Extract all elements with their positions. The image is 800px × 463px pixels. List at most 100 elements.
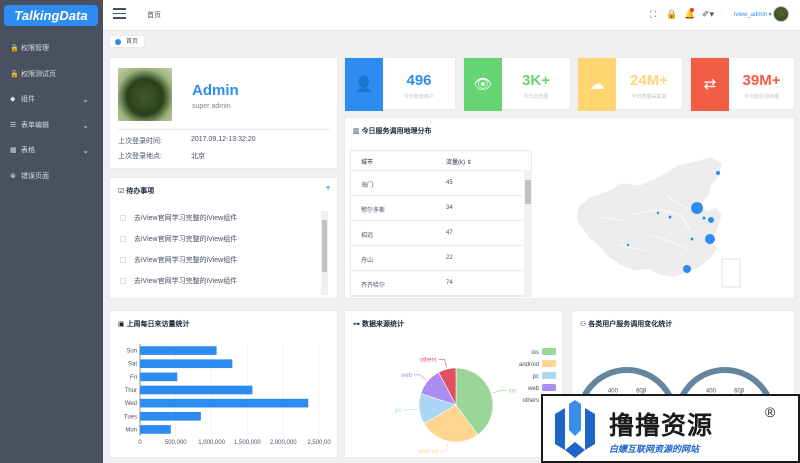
tab-home[interactable]: 首页 <box>109 35 146 48</box>
weekly-bar-chart[interactable]: 0 500,000 1,000,000 1,500,000 2,000,000 2,500… <box>109 338 338 453</box>
bar-wed[interactable] <box>140 398 309 408</box>
chevron-down-icon: ⌄ <box>82 120 89 130</box>
shuffle-icon: ⇄ <box>691 58 729 111</box>
divider <box>118 129 330 130</box>
x-tick-label: 0 <box>138 440 142 446</box>
theme-icon[interactable]: ✐▾ <box>702 9 714 20</box>
todo-checkbox[interactable] <box>120 215 126 221</box>
menu-toggle-icon[interactable] <box>113 8 126 20</box>
profile-card: Admin super admin 上次登录时间: 2017.09.12-13:… <box>109 57 338 169</box>
stat-label: 今日浏览量 <box>523 94 549 100</box>
gauge-tick <box>739 375 741 379</box>
legend-swatch[interactable] <box>542 372 556 379</box>
gauge-tick <box>657 387 661 390</box>
legend-swatch[interactable] <box>542 348 556 355</box>
gauge-tick <box>606 377 611 385</box>
legend-swatch[interactable] <box>542 360 556 367</box>
col-flow[interactable]: 流量(k) ⇕ <box>446 157 472 166</box>
gauge-tick <box>691 387 695 390</box>
bell-icon[interactable]: 🔔 <box>684 8 695 20</box>
fullscreen-icon[interactable]: ⛶ <box>650 9 656 20</box>
gauge-tick <box>755 387 759 390</box>
watermark-reg: ® <box>765 404 776 420</box>
cell-city: 海门 <box>361 183 374 189</box>
todo-checkbox[interactable] <box>120 257 126 263</box>
source-pie-chart[interactable]: ios android pc web others ios android pc web othe… <box>344 330 563 455</box>
bar-sun[interactable] <box>140 346 217 355</box>
bar-tues[interactable] <box>140 411 201 421</box>
slice-label: others <box>420 357 437 363</box>
map-point-small[interactable] <box>690 237 694 241</box>
todo-checkbox[interactable] <box>120 236 126 242</box>
map-point-medium[interactable] <box>683 265 691 273</box>
add-todo-button[interactable]: + <box>325 183 331 194</box>
sidebar-item-4[interactable]: ▦ 表格 ⌄ <box>0 139 103 163</box>
map-point-small[interactable] <box>708 217 714 223</box>
map-point-small[interactable] <box>656 211 660 215</box>
map-point-small[interactable] <box>702 216 706 220</box>
gauge-tick <box>734 374 736 378</box>
user-dropdown[interactable]: iview_admin ▾ <box>734 11 772 18</box>
row-divider <box>351 295 523 296</box>
admin-role: super admin <box>192 103 231 110</box>
todo-scrollbar[interactable] <box>321 211 328 295</box>
tab-home-label: 首页 <box>126 39 139 45</box>
slice-label: pc <box>395 408 401 414</box>
tag-dot <box>115 39 121 45</box>
gauge-tick <box>699 380 702 384</box>
bar-thur[interactable] <box>140 385 253 395</box>
sidebar-item-2[interactable]: ◆ 组件 ⌄ <box>0 88 103 112</box>
map-point-small[interactable] <box>668 215 672 219</box>
table-scroll-thumb[interactable] <box>525 180 531 204</box>
bar-fri[interactable] <box>140 372 178 382</box>
sidebar-item-1[interactable]: 🔓 权限测试页 <box>0 63 103 87</box>
cell-city: 舟山 <box>361 258 374 264</box>
china-map[interactable] <box>570 155 755 290</box>
legend-swatch[interactable] <box>542 384 556 391</box>
sidebar-item-0[interactable]: 🔒 权限管理 <box>0 37 103 61</box>
table-scrollbar[interactable] <box>524 170 532 297</box>
gauge-tick <box>597 383 600 387</box>
todo-item[interactable]: 去iView官网学习完整的iView组件 <box>120 276 237 286</box>
slice-label-line <box>492 390 507 394</box>
map-point-large[interactable] <box>705 234 715 244</box>
todo-checkbox[interactable] <box>120 278 126 284</box>
south-sea-inset <box>721 258 741 288</box>
sidebar-item-5[interactable]: ⊗ 错误页面 <box>0 165 103 189</box>
gauge-tick <box>593 387 597 390</box>
map-point-small[interactable] <box>626 243 630 247</box>
y-tick-label: Fri <box>130 375 137 381</box>
source-title-text: 数据来源统计 <box>361 321 404 328</box>
chevron-down-icon: ⌄ <box>82 146 89 156</box>
bar-mon[interactable] <box>140 425 171 434</box>
legend-label[interactable]: android <box>519 362 539 368</box>
todo-item[interactable]: 去iView官网学习完整的iView组件 <box>120 234 237 244</box>
sidebar-item-3[interactable]: ☰ 表单编辑 ⌄ <box>0 114 103 138</box>
last-login-time: 2017.09.12-13:32:20 <box>191 136 256 143</box>
map-point-small[interactable] <box>716 171 720 175</box>
bar-sat[interactable] <box>140 359 233 369</box>
todo-text: 去iView官网学习完整的iView组件 <box>134 278 238 285</box>
weekly-title: ▣ 上周每日来访量统计 <box>118 319 190 329</box>
sort-icon[interactable]: ⇕ <box>465 160 472 166</box>
breadcrumb[interactable]: 首页 <box>147 10 161 20</box>
col-flow-label: 流量(k) <box>446 160 465 166</box>
gauge-tick <box>636 374 638 378</box>
legend-label[interactable]: ios <box>531 350 539 356</box>
todo-item[interactable]: 去iView官网学习完整的iView组件 <box>120 255 237 265</box>
admin-avatar <box>118 68 172 121</box>
error-icon: ⊗ <box>10 173 16 180</box>
legend-label[interactable]: pc <box>533 374 539 380</box>
app-logo[interactable]: TalkingData <box>4 5 98 26</box>
legend-label[interactable]: web <box>527 386 540 392</box>
slice-label: web <box>400 373 413 379</box>
legend-label[interactable]: others <box>522 398 539 404</box>
map-point-large[interactable] <box>691 202 703 214</box>
todo-item[interactable]: 去iView官网学习完整的iView组件 <box>120 213 237 223</box>
avatar[interactable] <box>773 6 789 22</box>
row-divider <box>351 245 523 246</box>
china-land <box>575 156 723 278</box>
weekly-title-text: 上周每日来访量统计 <box>126 321 190 328</box>
lock-screen-icon[interactable]: 🔒 <box>666 9 677 20</box>
todo-scroll-thumb[interactable] <box>322 220 327 272</box>
